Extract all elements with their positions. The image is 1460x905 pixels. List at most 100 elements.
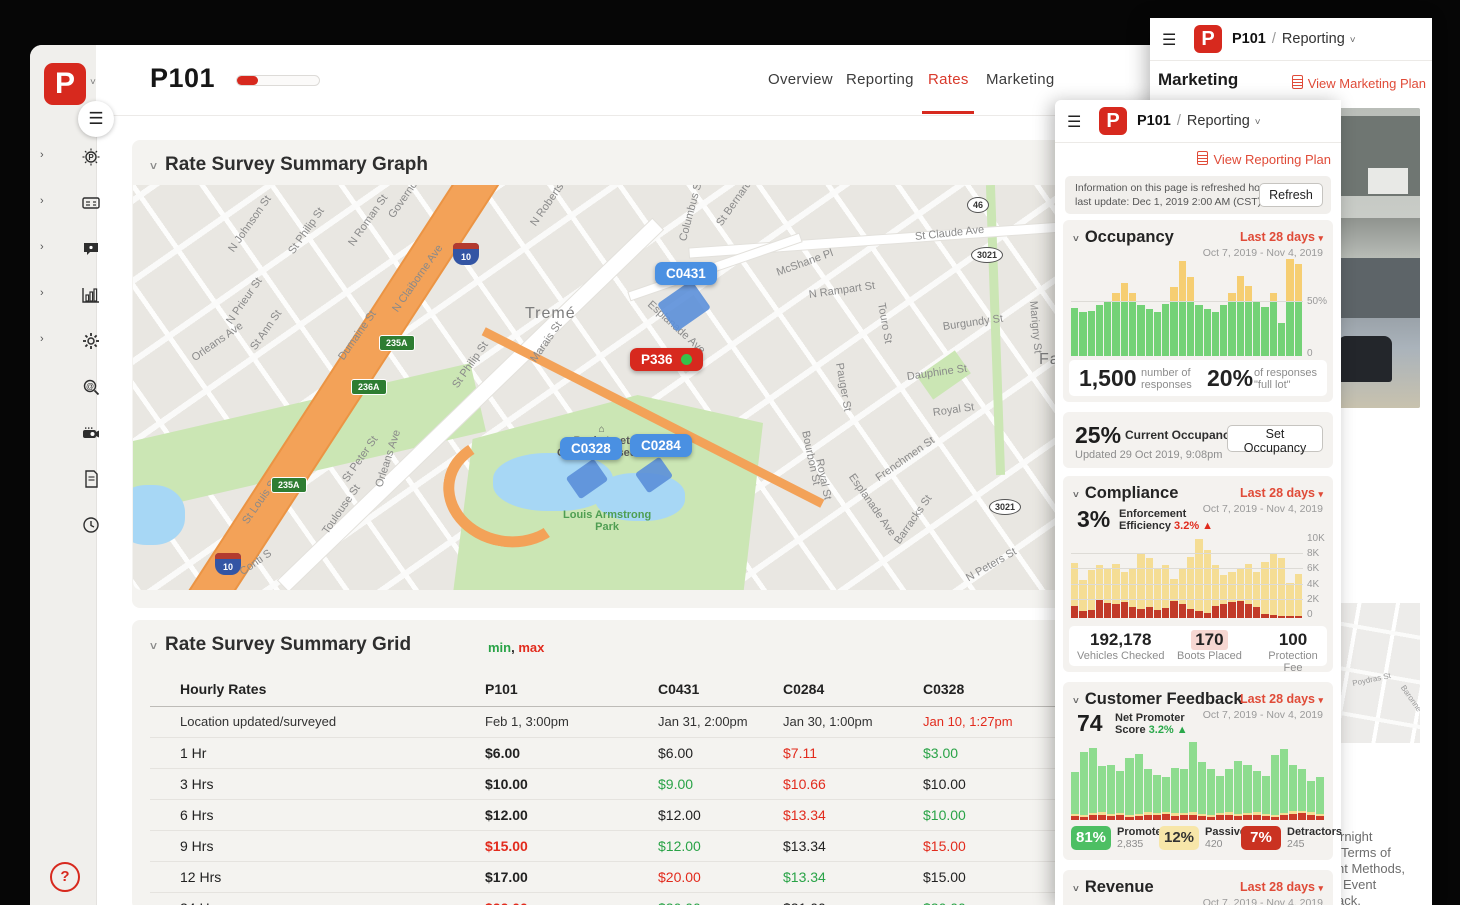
expand-chevron-icon[interactable]: › [40, 241, 44, 253]
feedback-red-segment [1216, 815, 1224, 820]
hamburger-menu-icon[interactable]: ☰ [1067, 112, 1081, 132]
breadcrumb[interactable]: P101/Reporting˅ [1232, 31, 1356, 47]
app-logo[interactable]: P [1099, 107, 1127, 135]
compliance-axis-label: 0 [1307, 609, 1313, 620]
occupancy-title: ˅Occupancy [1073, 228, 1174, 247]
sidebar-item-feedback[interactable]: › [30, 232, 96, 266]
sidebar-item-document[interactable] [30, 462, 96, 496]
view-marketing-plan-link[interactable]: View Marketing Plan [1292, 74, 1426, 91]
current-occupancy-updated: Updated 29 Oct 2019, 9:08pm [1075, 449, 1222, 461]
map-marker-p336[interactable]: P336 [630, 348, 703, 371]
occupancy-green-segment [1220, 305, 1227, 356]
occupancy-bar [1071, 308, 1078, 356]
cell-value: $15.00 [923, 838, 966, 854]
collapse-chevron-icon[interactable]: ˅ [1073, 490, 1079, 501]
sidebar: P ˅ ›P››››@ [30, 45, 97, 905]
tab-marketing[interactable]: Marketing [986, 71, 1055, 88]
occupancy-bar [1121, 283, 1128, 356]
help-button[interactable]: ? [50, 862, 80, 892]
hamburger-menu-button[interactable]: ☰ [78, 101, 114, 137]
compliance-range-select[interactable]: Last 28 days ▾ [1240, 486, 1323, 500]
chevron-down-icon[interactable]: ˅ [90, 77, 96, 88]
expand-chevron-icon[interactable]: › [40, 287, 44, 299]
feedback-red-segment [1098, 815, 1106, 820]
sidebar-item-camera[interactable] [30, 416, 96, 450]
occupancy-green-segment [1179, 301, 1186, 356]
hamburger-menu-icon[interactable]: ☰ [1162, 30, 1176, 50]
compliance-bar [1104, 569, 1111, 618]
collapse-chevron-icon[interactable]: ˅ [150, 639, 157, 653]
cell-value: $7.11 [783, 745, 817, 761]
feedback-bar [1098, 766, 1106, 820]
compliance-bar [1245, 564, 1252, 618]
sidebar-item-reports-chart[interactable]: › [30, 278, 96, 312]
app-logo[interactable]: P [1194, 25, 1222, 53]
tab-rates[interactable]: Rates [928, 71, 969, 88]
feedback-bar [1243, 765, 1251, 820]
view-reporting-plan-link[interactable]: View Reporting Plan [1197, 150, 1331, 167]
column-header-p101: P101 [485, 681, 518, 697]
cell-value: $12.00 [658, 838, 701, 854]
app-logo[interactable]: P [44, 63, 86, 105]
feedback-range-select[interactable]: Last 28 days ▾ [1240, 692, 1323, 706]
expand-chevron-icon[interactable]: › [40, 149, 44, 161]
compliance-bar [1220, 575, 1227, 618]
feedback-bar [1180, 769, 1188, 820]
revenue-range-select[interactable]: Last 28 days ▾ [1240, 880, 1323, 894]
collapse-chevron-icon[interactable]: ˅ [1073, 696, 1079, 707]
feedback-bar [1089, 748, 1097, 820]
compliance-bar [1071, 563, 1078, 618]
compliance-bar [1237, 569, 1244, 618]
feedback-red-segment [1253, 815, 1261, 820]
map-marker-c0284[interactable]: C0284 [630, 434, 692, 457]
feedback-red-segment [1180, 815, 1188, 820]
compliance-yellow-segment [1204, 550, 1211, 612]
map-marker-c0328[interactable]: C0328 [560, 437, 622, 460]
occupancy-range-select[interactable]: Last 28 days ▾ [1240, 230, 1323, 244]
expand-chevron-icon[interactable]: › [40, 195, 44, 207]
compliance-bar [1146, 558, 1153, 618]
sidebar-item-parking-rates[interactable]: ›P [30, 140, 96, 174]
compliance-bar [1088, 570, 1095, 618]
occupancy-bar [1212, 312, 1219, 356]
route-shield-46: 46 [967, 197, 989, 213]
sidebar-item-signage[interactable]: › [30, 186, 96, 220]
feedback-bar [1280, 749, 1288, 820]
compliance-chart [1071, 538, 1303, 618]
occupancy-bar [1146, 309, 1153, 356]
feedback-green-segment [1071, 772, 1079, 814]
reporting-drawer: ☰ P P101/Reporting˅ View Reporting Plan … [1055, 100, 1341, 905]
collapse-chevron-icon[interactable]: ˅ [150, 159, 157, 173]
compliance-red-segment [1162, 608, 1169, 618]
collapse-chevron-icon[interactable]: ˅ [1073, 884, 1079, 895]
breadcrumb[interactable]: P101/Reporting˅ [1137, 113, 1261, 129]
marketing-heading: Marketing [1158, 70, 1238, 90]
set-occupancy-button[interactable]: Set Occupancy [1227, 425, 1323, 452]
occupancy-green-segment [1096, 305, 1103, 356]
compliance-yellow-segment [1088, 570, 1095, 610]
feedback-red-segment [1307, 815, 1315, 820]
compliance-stat: 170Boots Placed [1177, 630, 1242, 662]
feedback-bar [1162, 777, 1170, 820]
sidebar-item-settings-gear[interactable]: › [30, 324, 96, 358]
compliance-red-segment [1146, 607, 1153, 618]
occupancy-50-gridline [1071, 301, 1303, 302]
route-shield-3021: 3021 [971, 247, 1003, 263]
map-marker-c0431[interactable]: C0431 [655, 262, 717, 285]
customer-feedback-title: ˅Customer Feedback [1073, 690, 1243, 709]
tab-overview[interactable]: Overview [768, 71, 833, 88]
tab-reporting[interactable]: Reporting [846, 71, 914, 88]
feedback-date-range: Oct 7, 2019 - Nov 4, 2019 [1203, 709, 1323, 721]
compliance-yellow-segment [1195, 539, 1202, 611]
collapse-chevron-icon[interactable]: ˅ [1073, 234, 1079, 245]
sidebar-item-history-clock[interactable] [30, 508, 96, 542]
refresh-button[interactable]: Refresh [1259, 183, 1323, 207]
feedback-bar [1207, 769, 1215, 820]
chevron-down-icon: ˅ [1255, 117, 1261, 128]
compliance-red-segment [1170, 601, 1177, 618]
feedback-green-segment [1171, 768, 1179, 814]
sidebar-item-search-audit[interactable]: @ [30, 370, 96, 404]
expand-chevron-icon[interactable]: › [40, 333, 44, 345]
feedback-bar [1216, 776, 1224, 820]
feedback-red-segment [1080, 817, 1088, 820]
